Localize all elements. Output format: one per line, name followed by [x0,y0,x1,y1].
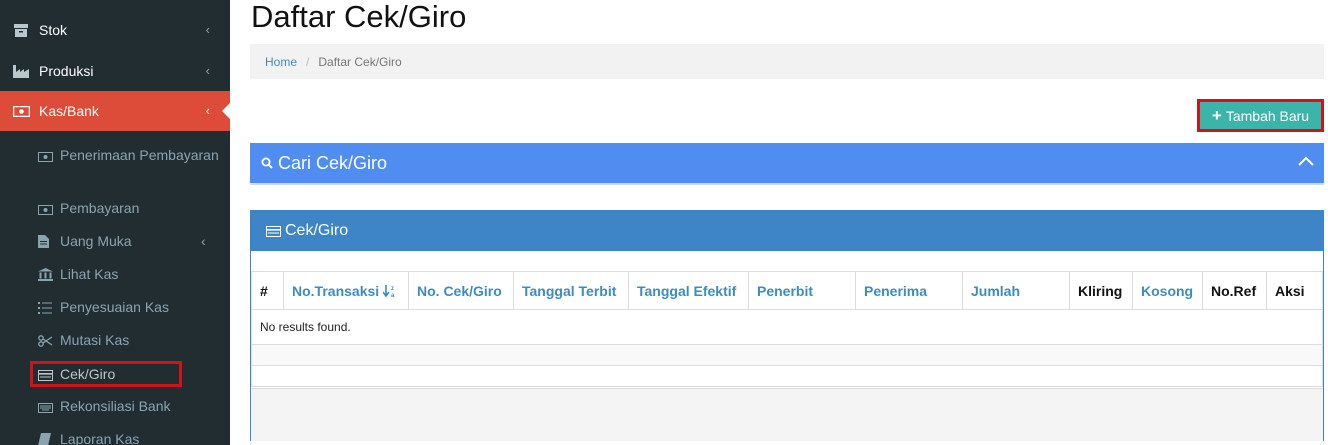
add-new-button[interactable]: + Tambah Baru [1197,99,1324,132]
column-header-no-transaksi[interactable]: No.Transaksi za [283,271,409,310]
column-header-no-ref: No.Ref [1202,271,1267,310]
book-icon [38,431,53,445]
breadcrumb: Home / Daftar Cek/Giro [250,44,1324,79]
sidebar-item-label: Kas/Bank [39,103,99,119]
table-row [251,344,1323,366]
column-header-penerbit[interactable]: Penerbit [748,271,856,310]
submenu-label: Mutasi Kas [60,332,130,348]
breadcrumb-current: Daftar Cek/Giro [318,54,402,69]
money-icon [38,200,53,220]
submenu-item-penerimaan-pembayaran[interactable]: Penerimaan Pembayaran [38,145,223,167]
list-icon [38,299,53,319]
chevron-left-icon: ‹ [205,63,210,78]
chevron-left-icon: ‹ [205,22,210,37]
svg-text:z: z [391,286,394,292]
chevron-up-icon[interactable] [1298,156,1314,166]
column-header-no-cek-giro[interactable]: No. Cek/Giro [408,271,514,310]
submenu-label: Uang Muka [60,233,132,249]
submenu-item-lihat-kas[interactable]: Lihat Kas [38,264,223,286]
submenu-label: Laporan Kas [60,431,140,445]
file-icon [38,233,53,253]
money-icon [38,147,53,167]
sidebar-item-kas-bank[interactable]: Kas/Bank ‹ [0,91,230,131]
panel-footer [251,388,1323,441]
column-header-kliring: Kliring [1069,271,1133,310]
column-header-tanggal-terbit[interactable]: Tanggal Terbit [513,271,629,310]
cek-giro-panel: Cek/Giro # No.Transaksi za No. Cek/Giro … [250,210,1324,441]
money-icon [12,105,30,117]
sidebar-item-label: Produksi [39,63,94,79]
keyboard-icon [38,398,53,418]
submenu-label: Lihat Kas [60,266,119,282]
sidebar-item-label: Stok [39,22,68,38]
sidebar-item-produksi[interactable]: Produksi ‹ [0,51,230,91]
submenu-item-cek-giro[interactable]: Cek/Giro [30,361,182,387]
empty-message: No results found. [251,309,1323,345]
card-icon [266,225,281,237]
submenu-label: Pembayaran [60,200,140,216]
breadcrumb-separator: / [306,54,310,69]
column-header-kosong[interactable]: Kosong [1132,271,1203,310]
table-row: No results found. [251,309,1323,345]
add-new-label: Tambah Baru [1225,107,1310,124]
bank-icon [38,266,53,286]
table-row [251,365,1323,387]
data-table: # No.Transaksi za No. Cek/Giro Tanggal T… [251,271,1323,387]
column-header-penerima[interactable]: Penerima [855,271,963,310]
submenu-item-rekonsiliasi-bank[interactable]: Rekonsiliasi Bank [38,396,223,418]
submenu-item-pembayaran[interactable]: Pembayaran [38,198,223,220]
card-icon [38,366,53,386]
search-panel-title: Cari Cek/Giro [278,152,388,173]
submenu-item-uang-muka[interactable]: Uang Muka ‹ [38,231,223,253]
submenu-item-laporan-kas[interactable]: Laporan Kas [38,429,223,445]
archive-icon [12,23,30,37]
page-title: Daftar Cek/Giro [251,0,467,34]
submenu-item-mutasi-kas[interactable]: Mutasi Kas [38,330,223,352]
search-icon [261,157,273,169]
column-header-label: No.Transaksi [292,282,380,299]
submenu-label: Penyesuaian Kas [60,299,169,315]
plus-icon: + [1211,105,1222,125]
column-header-number: # [251,271,284,310]
scissors-icon [38,332,53,352]
search-panel: Cari Cek/Giro [250,143,1324,185]
panel-title: Cek/Giro [285,222,349,239]
submenu-label: Rekonsiliasi Bank [60,398,171,414]
column-header-aksi: Aksi [1266,271,1323,310]
column-header-jumlah[interactable]: Jumlah [962,271,1070,310]
table-header-row: # No.Transaksi za No. Cek/Giro Tanggal T… [251,271,1323,310]
column-header-tanggal-efektif[interactable]: Tanggal Efektif [628,271,749,310]
main-content: Daftar Cek/Giro Home / Daftar Cek/Giro +… [230,0,1328,445]
submenu-label: Penerimaan Pembayaran [60,147,219,163]
svg-text:a: a [391,293,395,298]
sidebar: Stok ‹ Produksi ‹ Kas/Bank ‹ Penerimaan … [0,0,230,445]
chevron-left-icon: ‹ [205,103,210,118]
sidebar-item-stok[interactable]: Stok ‹ [0,10,230,50]
submenu-label: Cek/Giro [60,366,116,382]
chevron-left-icon: ‹ [201,233,206,249]
panel-header: Cek/Giro [251,211,1323,251]
submenu-item-penyesuaian-kas[interactable]: Penyesuaian Kas [38,297,223,319]
sort-ascending-icon[interactable]: za [382,284,397,299]
breadcrumb-home-link[interactable]: Home [265,55,297,69]
industry-icon [12,64,30,78]
